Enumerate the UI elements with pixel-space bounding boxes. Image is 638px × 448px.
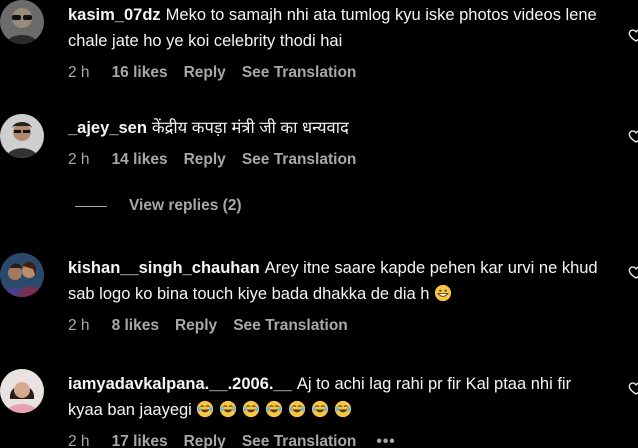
- woman-avatar-icon: [0, 369, 44, 413]
- tears-of-joy-emoji-icon: [219, 400, 237, 418]
- see-translation-button[interactable]: See Translation: [233, 317, 348, 335]
- tears-of-joy-emoji-icon: [242, 400, 260, 418]
- tears-of-joy-emoji-icon: [334, 400, 352, 418]
- heart-icon[interactable]: [628, 27, 638, 43]
- emoji-group: [196, 400, 357, 419]
- timestamp: 2 h: [68, 317, 90, 334]
- comment-meta: 2 h 8 likes Reply See Translation: [68, 317, 608, 335]
- view-replies-button[interactable]: View replies (2): [75, 197, 242, 215]
- username[interactable]: kishan__singh_chauhan: [68, 259, 260, 277]
- comment-body: kishan__singh_chauhan Arey itne saare kap…: [68, 255, 608, 335]
- see-translation-button[interactable]: See Translation: [242, 151, 357, 169]
- view-replies-label: View replies (2): [129, 197, 242, 214]
- likes-count[interactable]: 17 likes: [112, 433, 168, 448]
- comment-text-block: _ajey_sen केंद्रीय कपड़ा मंत्री जी का धन्…: [68, 115, 608, 141]
- replies-divider: [75, 205, 107, 207]
- person-avatar-icon: [0, 114, 44, 158]
- username[interactable]: kasim_07dz: [68, 6, 161, 24]
- sunglasses-avatar-icon: [0, 0, 44, 44]
- comment-text-block: kasim_07dz Meko to samajh nhi ata tumlog …: [68, 2, 608, 54]
- comment-body: iamyadavkalpana.__.2006.__ Aj to achi lag…: [68, 371, 608, 448]
- likes-count[interactable]: 16 likes: [112, 64, 168, 82]
- reply-button[interactable]: Reply: [184, 64, 226, 82]
- comment-body: _ajey_sen केंद्रीय कपड़ा मंत्री जी का धन्…: [68, 115, 608, 169]
- comment-body: kasim_07dz Meko to samajh nhi ata tumlog …: [68, 2, 608, 82]
- tears-of-joy-emoji-icon: [265, 400, 283, 418]
- likes-count[interactable]: 8 likes: [112, 317, 159, 335]
- reply-button[interactable]: Reply: [175, 317, 217, 335]
- username[interactable]: _ajey_sen: [68, 119, 147, 137]
- comment-text-block: kishan__singh_chauhan Arey itne saare kap…: [68, 255, 608, 307]
- comments-feed: kasim_07dz Meko to samajh nhi ata tumlog …: [0, 0, 638, 448]
- comment-meta: 2 h 17 likes Reply See Translation •••: [68, 433, 608, 448]
- likes-count[interactable]: 14 likes: [112, 151, 168, 169]
- comment-meta: 2 h 14 likes Reply See Translation: [68, 151, 608, 169]
- heart-icon[interactable]: [628, 128, 638, 144]
- see-translation-button[interactable]: See Translation: [242, 64, 357, 82]
- timestamp: 2 h: [68, 151, 90, 168]
- heart-icon[interactable]: [628, 380, 638, 396]
- couple-avatar-icon: [0, 253, 44, 297]
- heart-icon[interactable]: [628, 264, 638, 280]
- comment-meta: 2 h 16 likes Reply See Translation: [68, 64, 608, 82]
- see-translation-button[interactable]: See Translation: [242, 433, 357, 448]
- comment-text: केंद्रीय कपड़ा मंत्री जी का धन्यवाद: [151, 119, 349, 137]
- tears-of-joy-emoji-icon: [196, 400, 214, 418]
- avatar[interactable]: [0, 114, 44, 158]
- grinning-face-emoji-icon: [434, 284, 452, 302]
- avatar[interactable]: [0, 253, 44, 297]
- reply-button[interactable]: Reply: [184, 433, 226, 448]
- avatar[interactable]: [0, 0, 44, 44]
- more-options-button[interactable]: •••: [376, 433, 395, 448]
- avatar[interactable]: [0, 369, 44, 413]
- timestamp: 2 h: [68, 433, 90, 448]
- comment-text-block: iamyadavkalpana.__.2006.__ Aj to achi lag…: [68, 371, 608, 423]
- tears-of-joy-emoji-icon: [288, 400, 306, 418]
- username[interactable]: iamyadavkalpana.__.2006.__: [68, 375, 292, 393]
- timestamp: 2 h: [68, 64, 90, 81]
- reply-button[interactable]: Reply: [184, 151, 226, 169]
- tears-of-joy-emoji-icon: [311, 400, 329, 418]
